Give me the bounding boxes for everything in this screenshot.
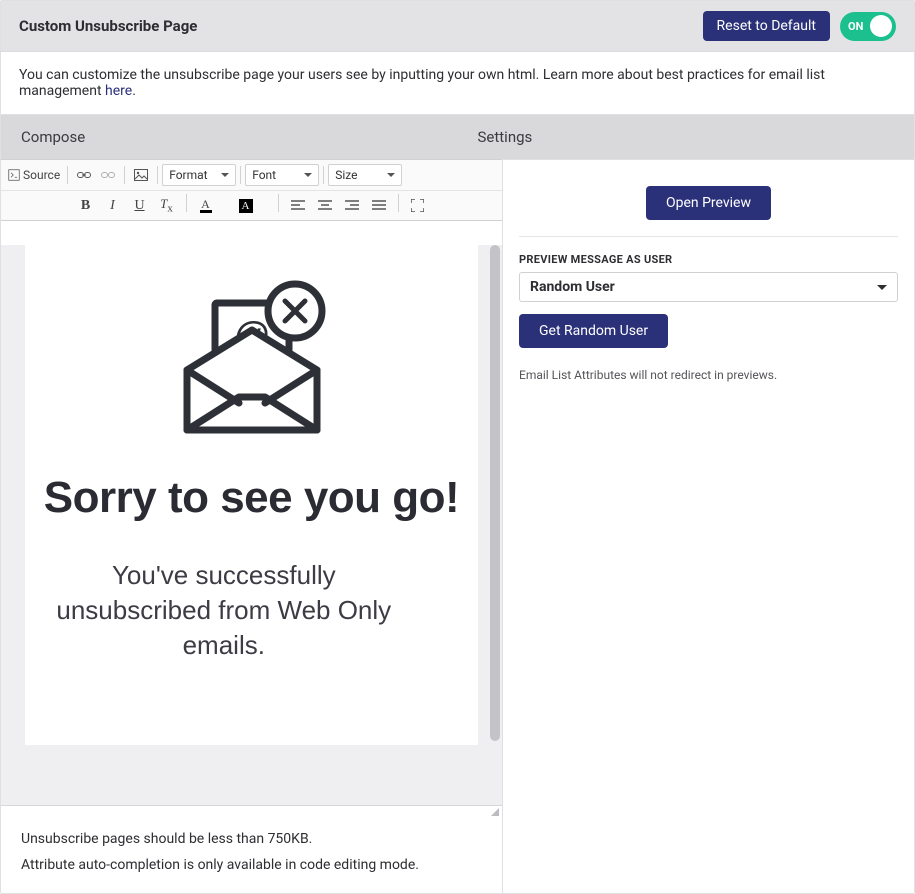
maximize-button[interactable] [406, 194, 430, 218]
preview-user-selected: Random User [530, 279, 615, 295]
unsub-body: You've successfully unsubscribed from We… [44, 558, 404, 663]
get-random-user-button[interactable]: Get Random User [519, 314, 668, 348]
editor-resize-handle[interactable] [1, 805, 502, 819]
custom-unsubscribe-panel: Custom Unsubscribe Page Reset to Default… [0, 0, 915, 894]
source-icon [8, 169, 20, 181]
image-button[interactable] [129, 163, 153, 187]
size-select[interactable]: Size [328, 164, 402, 186]
source-button[interactable]: Source [5, 163, 63, 187]
toolbar-row-2: B I U Tx A A [1, 190, 502, 220]
toggle-knob [870, 15, 892, 37]
preview-as-user-label: PREVIEW MESSAGE AS USER [519, 236, 898, 266]
chevron-down-icon [877, 285, 887, 290]
settings-column: Open Preview PREVIEW MESSAGE AS USER Ran… [503, 159, 914, 893]
unlink-button[interactable] [96, 163, 120, 187]
chevron-down-icon [304, 173, 312, 177]
align-center-icon [318, 200, 332, 212]
open-preview-button[interactable]: Open Preview [646, 186, 771, 220]
align-left-button[interactable] [286, 194, 310, 218]
panel-header: Custom Unsubscribe Page Reset to Default… [1, 1, 914, 52]
enable-toggle[interactable]: ON [840, 12, 896, 41]
preview-user-select[interactable]: Random User [519, 272, 898, 302]
align-left-icon [291, 200, 305, 212]
editor-scrollbar[interactable] [488, 245, 502, 805]
bold-button[interactable]: B [74, 194, 98, 218]
scroll-thumb[interactable] [490, 245, 500, 741]
compose-column: Source Format [1, 159, 503, 893]
tab-compose[interactable]: Compose [1, 115, 458, 159]
remove-format-button[interactable]: Tx [155, 194, 179, 218]
main-area: Source Format [1, 159, 914, 893]
page-title: Custom Unsubscribe Page [19, 17, 197, 35]
editor-toolbar: Source Format [1, 159, 502, 221]
font-select[interactable]: Font [245, 164, 319, 186]
preview-note: Email List Attributes will not redirect … [519, 368, 898, 382]
link-button[interactable] [72, 163, 96, 187]
note-autocomplete: Attribute auto-completion is only availa… [21, 857, 482, 873]
chevron-down-icon [387, 173, 395, 177]
link-icon [77, 170, 91, 180]
unsub-heading: Sorry to see you go! [44, 473, 459, 524]
toolbar-row-1: Source Format [1, 160, 502, 190]
image-icon [134, 169, 148, 181]
chevron-down-icon [221, 173, 229, 177]
tab-settings[interactable]: Settings [458, 115, 915, 159]
align-justify-icon [372, 200, 386, 212]
info-suffix: . [132, 83, 136, 99]
info-bar: You can customize the unsubscribe page y… [1, 52, 914, 115]
text-color-dropdown[interactable] [221, 194, 231, 218]
italic-button[interactable]: I [101, 194, 125, 218]
align-right-icon [345, 200, 359, 212]
unlink-icon [101, 170, 115, 180]
align-center-button[interactable] [313, 194, 337, 218]
envelope-x-icon: @ [167, 275, 337, 445]
editor-canvas: @ [25, 245, 478, 745]
editor-area[interactable]: @ [1, 245, 502, 805]
note-size: Unsubscribe pages should be less than 75… [21, 831, 482, 847]
align-right-button[interactable] [340, 194, 364, 218]
bg-color-button[interactable]: A [234, 194, 258, 218]
editor-notes: Unsubscribe pages should be less than 75… [1, 819, 502, 893]
learn-more-link[interactable]: here [105, 83, 132, 99]
underline-button[interactable]: U [128, 194, 152, 218]
editor-content: Sorry to see you go! You've successfully… [44, 445, 459, 663]
format-select[interactable]: Format [162, 164, 236, 186]
tabs: Compose Settings [1, 115, 914, 159]
text-color-button[interactable]: A [194, 194, 218, 218]
info-text: You can customize the unsubscribe page y… [19, 67, 825, 99]
bg-color-dropdown[interactable] [261, 194, 271, 218]
toggle-label: ON [848, 20, 863, 33]
reset-to-default-button[interactable]: Reset to Default [703, 11, 830, 41]
maximize-icon [411, 199, 424, 212]
align-justify-button[interactable] [367, 194, 391, 218]
header-actions: Reset to Default ON [703, 11, 896, 41]
